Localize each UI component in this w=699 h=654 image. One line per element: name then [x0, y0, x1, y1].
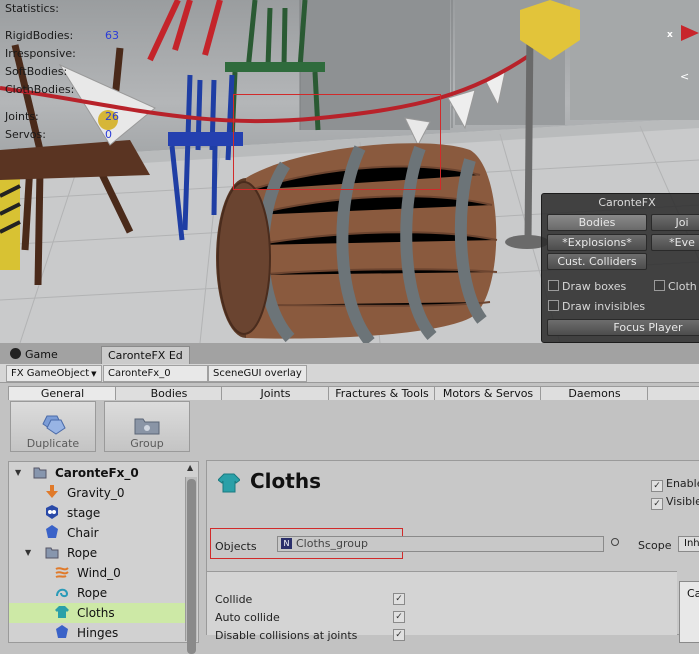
scrollbar-thumb[interactable] — [187, 479, 196, 654]
folder-icon — [134, 418, 160, 435]
draw-boxes-toggle[interactable]: Draw boxes — [548, 279, 626, 294]
carontefx-editor-panel: FX GameObject ▼ CaronteFx_0 SceneGUI over… — [0, 364, 699, 654]
stage-body-icon — [46, 505, 58, 519]
stat-softbodies: SoftBodies: — [5, 65, 68, 78]
focus-player-button[interactable]: Focus Player — [547, 319, 699, 336]
stat-clothbodies: ClothBodies: — [5, 83, 75, 96]
scenegui-overlay-toggle[interactable]: SceneGUI overlay — [208, 365, 307, 382]
scope-dropdown[interactable]: Inh — [678, 536, 699, 552]
visible-checkbox[interactable]: ✓ — [651, 498, 663, 510]
enable-toggle[interactable]: ✓Enable — [651, 477, 699, 492]
tab-carontefx-editor[interactable]: CaronteFX Ed — [101, 346, 190, 365]
tab-more[interactable] — [647, 386, 699, 400]
gizmo-x-arrow-icon[interactable] — [681, 25, 699, 41]
game-controller-icon — [10, 348, 21, 359]
window-tab-strip: Game CaronteFX Ed — [0, 343, 699, 365]
expand-triangle-icon[interactable]: ▼ — [15, 463, 21, 483]
tab-bodies[interactable]: Bodies — [115, 386, 223, 400]
collide-label: Collide — [215, 593, 253, 606]
cloth-shirt-icon — [55, 606, 69, 618]
scope-label: Scope — [638, 539, 672, 552]
object-picker-icon[interactable] — [611, 538, 619, 546]
duplicate-icon — [42, 415, 66, 435]
hierarchy-tree[interactable]: ▼ CaronteFx_0 Gravity_0 stage Chair ▼ Ro… — [8, 461, 199, 643]
selection-highlight — [233, 94, 441, 190]
tree-scrollbar[interactable]: ▲ — [185, 463, 197, 654]
draw-invisibles-checkbox[interactable] — [548, 300, 559, 311]
tab-general[interactable]: General — [8, 386, 117, 400]
draw-boxes-checkbox[interactable] — [548, 280, 559, 291]
draw-invisibles-toggle[interactable]: Draw invisibles — [548, 299, 645, 314]
carontefx-scene-overlay: CaronteFX Bodies Joi *Explosions* *Eve C… — [541, 193, 699, 343]
tree-node-gravity[interactable]: Gravity_0 — [9, 483, 198, 503]
tree-node-cloths[interactable]: Cloths — [9, 603, 186, 623]
objects-label: Objects — [215, 540, 257, 553]
explosions-button[interactable]: *Explosions* — [547, 234, 647, 251]
joint-icon — [56, 625, 68, 638]
inspector-title: Cloths — [250, 469, 321, 493]
object-field[interactable]: CaronteFx_0 — [103, 365, 208, 382]
tree-node-wind[interactable]: Wind_0 — [9, 563, 198, 583]
visible-toggle[interactable]: ✓ Visible — [651, 495, 699, 510]
tab-game[interactable]: Game — [4, 346, 64, 364]
folder-icon — [45, 547, 59, 559]
cloth-checkbox[interactable] — [654, 280, 665, 291]
stat-servos: Servos: 0 — [5, 128, 112, 141]
auto-collide-label: Auto collide — [215, 611, 280, 624]
stat-rigidbodies: RigidBodies: 63 — [5, 29, 119, 42]
cust-colliders-button[interactable]: Cust. Colliders — [547, 253, 647, 270]
events-button[interactable]: *Eve — [651, 234, 699, 251]
collide-checkbox[interactable]: ✓ — [393, 593, 405, 605]
stat-statistics: Statistics: — [5, 2, 59, 15]
expand-triangle-icon[interactable]: ▼ — [25, 543, 31, 563]
tree-node-hinges[interactable]: Hinges — [9, 623, 198, 642]
dropdown-arrow-icon: ▼ — [91, 370, 97, 378]
stat-joints: Joints: 26 — [5, 110, 119, 123]
cloth-shirt-icon — [218, 473, 240, 493]
tab-joints[interactable]: Joints — [221, 386, 330, 400]
folder-icon — [33, 467, 47, 479]
stat-irresponsive: Irresponsive: — [5, 47, 76, 60]
gizmo-x-label: x — [667, 30, 673, 40]
joints-button[interactable]: Joi — [651, 214, 699, 231]
gravity-arrow-icon — [46, 485, 58, 498]
tree-node-root[interactable]: ▼ CaronteFx_0 — [9, 463, 198, 483]
objects-field[interactable]: N Cloths_group — [277, 536, 604, 552]
rigid-body-icon — [46, 525, 58, 538]
cloths-inspector: Cloths ✓Enable ✓Visible Objects NCloths_… — [206, 460, 699, 643]
disable-collisions-label: Disable collisions at joints — [215, 629, 358, 642]
statistics-readout: Statistics: RigidBodies: 63 Irresponsive:… — [5, 0, 119, 144]
rope-icon — [56, 588, 69, 598]
editor-toolbar: FX GameObject ▼ CaronteFx_0 SceneGUI over… — [0, 364, 699, 383]
tree-node-rope[interactable]: Rope — [9, 583, 198, 603]
wind-icon — [55, 567, 69, 578]
scene-viewport[interactable]: Statistics: RigidBodies: 63 Irresponsive:… — [0, 0, 699, 343]
auto-collide-checkbox[interactable]: ✓ — [393, 611, 405, 623]
main-tab-bar: General Bodies Joints Fractures & Tools … — [8, 386, 699, 400]
tree-node-chair[interactable]: Chair — [9, 523, 198, 543]
tab-motors-servos[interactable]: Motors & Servos — [434, 386, 542, 400]
tree-node-rope-group[interactable]: ▼ Rope — [9, 543, 198, 563]
side-card[interactable]: Ca — [679, 581, 699, 643]
scroll-up-arrow-icon[interactable]: ▲ — [187, 463, 193, 472]
gizmo-persp-label: < — [680, 70, 690, 83]
disable-collisions-checkbox[interactable]: ✓ — [393, 629, 405, 641]
bodies-button[interactable]: Bodies — [547, 214, 647, 231]
tab-fractures-tools[interactable]: Fractures & Tools — [328, 386, 436, 400]
enable-checkbox[interactable]: ✓ — [651, 480, 663, 492]
node-type-icon: N — [281, 538, 292, 549]
overlay-title: CaronteFX — [598, 196, 656, 209]
duplicate-button[interactable]: Duplicate — [10, 401, 96, 452]
tab-daemons[interactable]: Daemons — [540, 386, 649, 400]
tree-node-stage[interactable]: stage — [9, 503, 198, 523]
group-button[interactable]: Group — [104, 401, 190, 452]
cloth-toggle[interactable]: Cloth — [654, 279, 697, 294]
fx-gameobject-dropdown[interactable]: FX GameObject ▼ — [6, 365, 102, 382]
cloth-properties: Collide ✓ Auto collide ✓ Disable collisi… — [207, 571, 677, 642]
